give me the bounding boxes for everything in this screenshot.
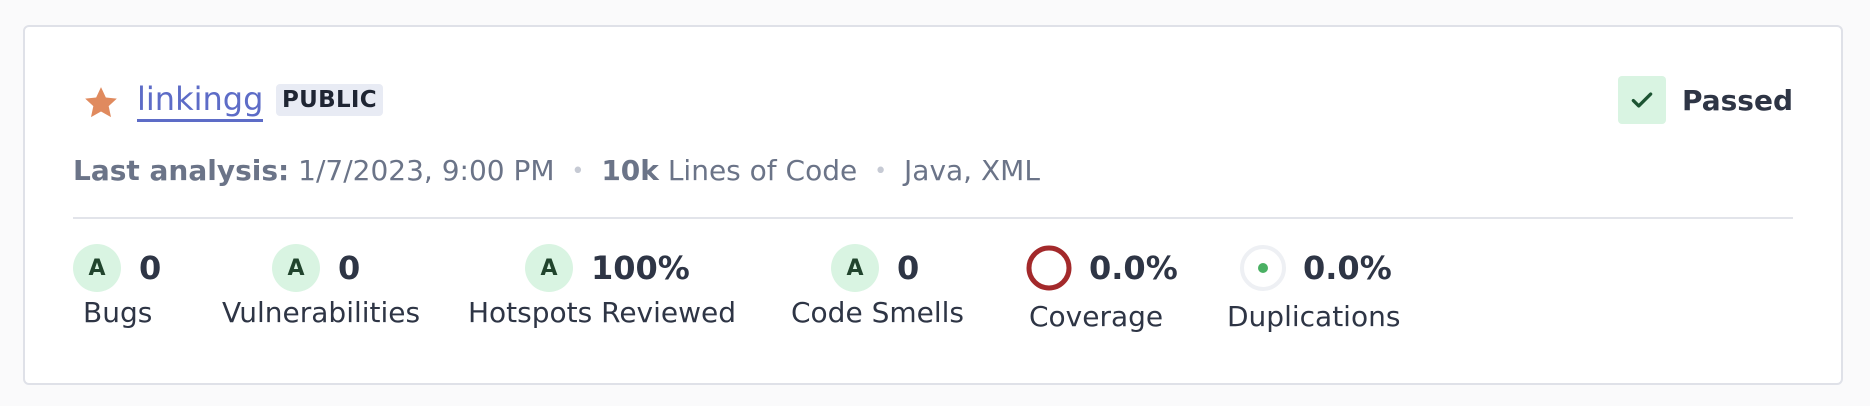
check-icon	[1617, 76, 1666, 124]
rating-badge: A	[831, 244, 879, 292]
measure-label: Hotspots Reviewed	[468, 296, 737, 329]
measure-label: Code Smells	[791, 296, 965, 329]
measure-label: Vulnerabilities	[222, 296, 421, 329]
measure-hotspots[interactable]: A 100% Hotspots Reviewed	[468, 242, 736, 329]
quality-gate-status: Passed	[1617, 76, 1793, 124]
measure-label: Duplications	[1227, 300, 1401, 333]
divider	[73, 217, 1793, 219]
measure-bugs[interactable]: A 0 Bugs	[73, 242, 161, 329]
project-card: linkingg PUBLIC Passed Last analysis: 1/…	[23, 25, 1843, 385]
measure-label: Bugs	[83, 296, 153, 329]
measure-value[interactable]: 0	[897, 249, 919, 287]
measure-label: Coverage	[1029, 300, 1164, 333]
project-name-link[interactable]: linkingg	[137, 79, 264, 122]
last-analysis-value: 1/7/2023, 9:00 PM	[298, 154, 555, 187]
measure-value[interactable]: 0	[338, 249, 360, 287]
separator-dot: •	[874, 159, 888, 184]
measure-coverage[interactable]: 0.0% Coverage	[1025, 242, 1178, 333]
loc-value: 10k	[601, 154, 659, 187]
measure-vulnerabilities[interactable]: A 0 Vulnerabilities	[222, 242, 420, 329]
favorite-star-icon[interactable]	[81, 83, 121, 123]
measure-code-smells[interactable]: A 0 Code Smells	[791, 242, 964, 329]
rating-badge: A	[73, 244, 121, 292]
rating-badge: A	[525, 244, 573, 292]
loc-label: Lines of Code	[667, 154, 858, 187]
measure-value[interactable]: 0	[139, 249, 161, 287]
last-analysis-label: Last analysis:	[73, 154, 290, 187]
visibility-badge: PUBLIC	[276, 84, 383, 116]
measure-value[interactable]: 100%	[591, 249, 690, 287]
duplications-dot-icon	[1240, 245, 1286, 291]
coverage-ring-icon	[1026, 245, 1072, 291]
measure-value[interactable]: 0.0%	[1303, 249, 1392, 287]
measure-duplications[interactable]: 0.0% Duplications	[1227, 242, 1400, 333]
project-meta: Last analysis: 1/7/2023, 9:00 PM • 10k L…	[73, 151, 1040, 192]
rating-badge: A	[272, 244, 320, 292]
separator-dot: •	[571, 159, 585, 184]
languages: Java, XML	[904, 154, 1040, 187]
quality-gate-label: Passed	[1681, 83, 1793, 117]
measure-value[interactable]: 0.0%	[1089, 249, 1178, 287]
